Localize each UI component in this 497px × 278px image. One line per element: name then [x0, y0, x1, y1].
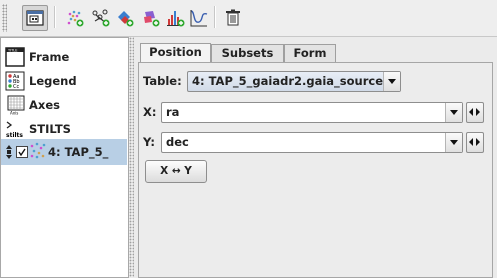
control-item-label: STILTS [29, 122, 71, 136]
add-area-layer-button[interactable] [112, 5, 138, 31]
svg-text:TITLE: TITLE [7, 49, 17, 53]
layer-item[interactable]: 4: TAP_5_ [1, 139, 127, 165]
stilts-icon: stilts [6, 121, 23, 139]
add-pair-layer-icon [92, 9, 110, 27]
layer-label: 4: TAP_5_ [48, 145, 109, 159]
delete-layer-button[interactable] [220, 5, 246, 31]
svg-text:Axis: Axis [10, 111, 18, 116]
add-histogram-layer-button[interactable] [162, 5, 188, 31]
tab-form[interactable]: Form [284, 44, 336, 62]
add-function-layer-icon [190, 10, 208, 27]
add-scatter-layer-button[interactable] [62, 5, 88, 31]
chevron-down-icon[interactable] [445, 103, 462, 122]
y-label: Y: [143, 135, 155, 149]
frame-icon: TITLE [5, 47, 25, 67]
x-coord-stepper[interactable] [466, 102, 484, 123]
scatter-layer-icon [30, 142, 46, 159]
x-label: X: [143, 105, 157, 119]
position-tab-content: Table: 4: TAP_5_gaiadr2.gaia_source X: r… [138, 62, 493, 278]
table-label: Table: [143, 74, 182, 88]
toolbar-grip[interactable] [2, 4, 7, 32]
table-selector-value: 4: TAP_5_gaiadr2.gaia_source [192, 74, 384, 88]
chevron-down-icon[interactable] [445, 133, 462, 152]
checkmark-icon [18, 148, 26, 157]
trash-icon [226, 9, 240, 26]
axes-icon: Axis [7, 95, 25, 116]
swap-xy-button[interactable]: X ↔ Y [145, 160, 207, 183]
control-item-axes[interactable]: Axis Axes [5, 94, 127, 116]
add-area-layer-icon [118, 11, 134, 27]
plot-window-button[interactable] [22, 5, 48, 31]
drag-handle-icon[interactable] [5, 144, 13, 160]
add-function-layer-button[interactable] [186, 5, 212, 31]
legend-icon: Aa Bb Cc [5, 71, 25, 91]
table-selector[interactable]: 4: TAP_5_gaiadr2.gaia_source [187, 71, 401, 92]
tab-position[interactable]: Position [140, 43, 211, 63]
y-coord-value: dec [166, 135, 189, 149]
add-area-layer-2-icon [144, 11, 160, 27]
add-pair-layer-button[interactable] [88, 5, 114, 31]
toolbar [0, 0, 497, 37]
add-area-layer-2-button[interactable] [138, 5, 164, 31]
x-coord-field[interactable]: ra [161, 102, 463, 123]
plot-window-icon [26, 10, 44, 26]
control-item-stilts[interactable]: stilts STILTS [5, 118, 127, 140]
svg-text:stilts: stilts [6, 132, 23, 139]
add-histogram-layer-icon [167, 11, 185, 27]
control-item-label: Legend [29, 74, 77, 88]
layer-visible-checkbox[interactable] [16, 146, 28, 158]
tab-subsets[interactable]: Subsets [211, 44, 284, 62]
add-scatter-layer-icon [67, 10, 84, 27]
y-coord-field[interactable]: dec [161, 132, 463, 153]
control-item-frame[interactable]: TITLE Frame [5, 46, 127, 68]
svg-text:Cc: Cc [13, 84, 19, 90]
chevron-down-icon [383, 72, 400, 91]
y-coord-stepper[interactable] [466, 132, 484, 153]
control-item-label: Axes [29, 98, 60, 112]
layer-config-panel: Position Subsets Form Table: 4: TAP_5_ga… [134, 37, 497, 278]
control-item-legend[interactable]: Aa Bb Cc Legend [5, 70, 127, 92]
control-item-label: Frame [29, 50, 70, 64]
x-coord-value: ra [166, 105, 180, 119]
control-list: TITLE Frame Aa Bb Cc Legend Axis Axes st… [0, 37, 129, 278]
